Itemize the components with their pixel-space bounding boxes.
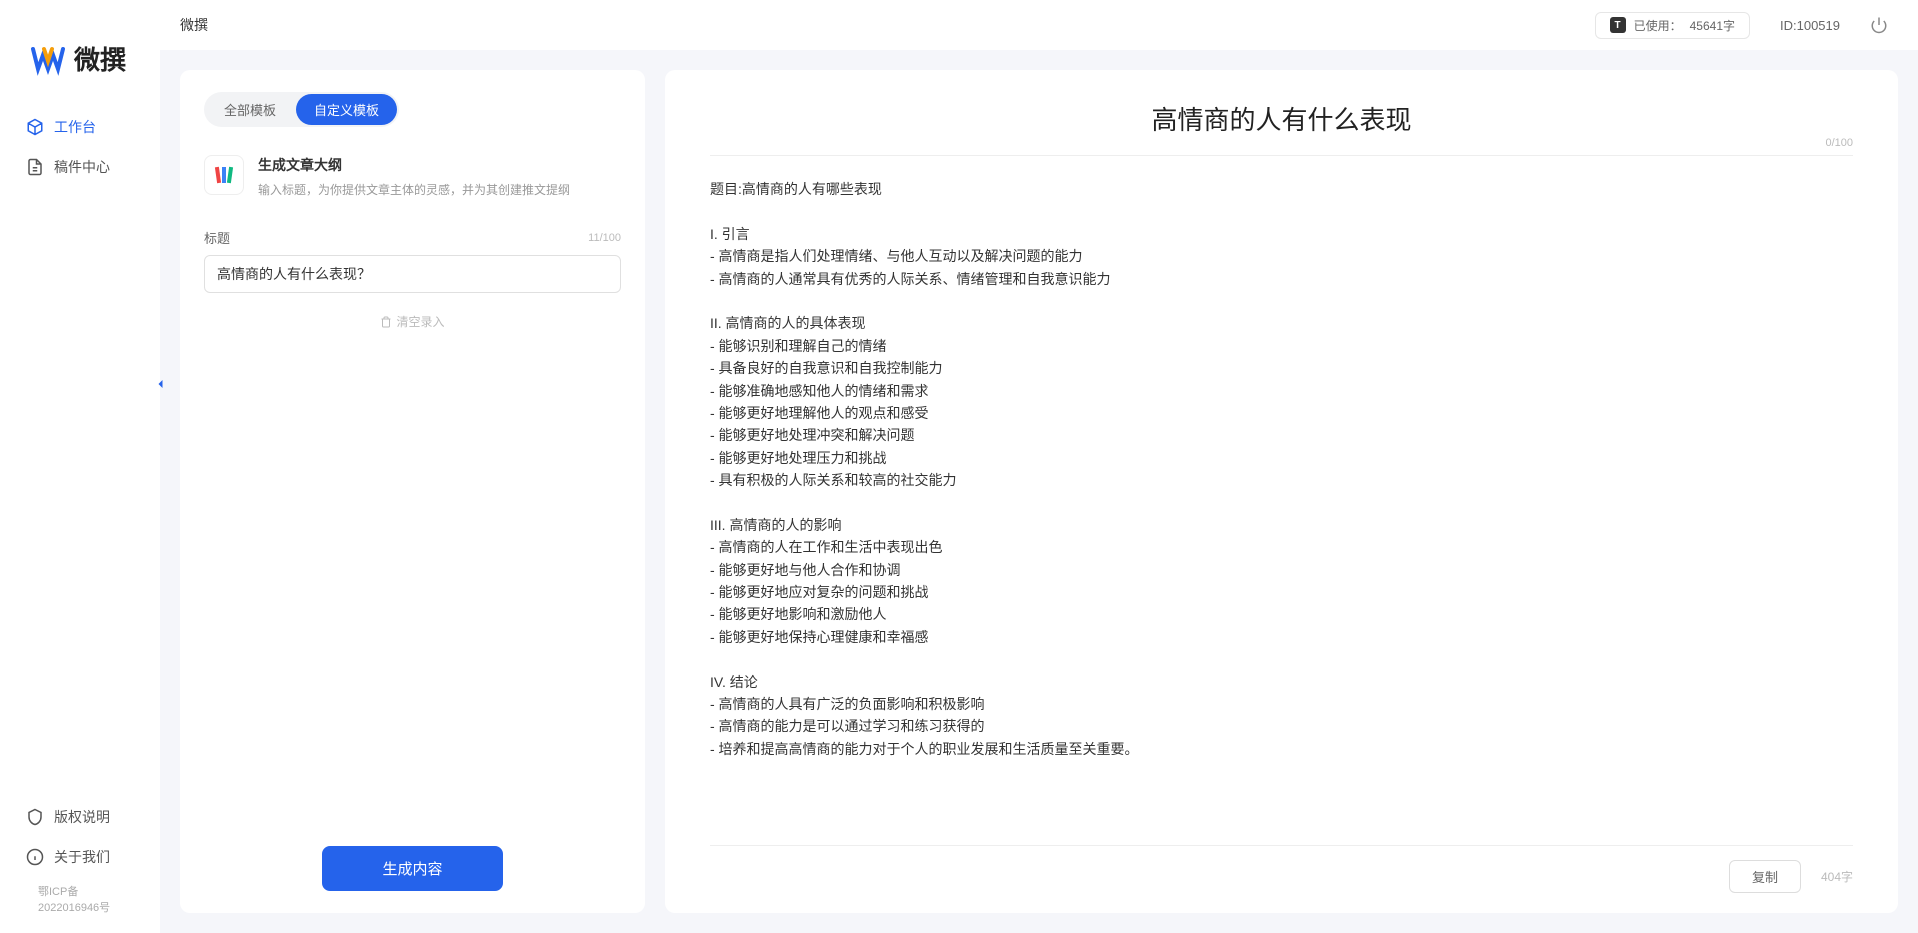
sidebar: 微撰 工作台 稿件中心 版权说明 关于我们 鄂ICP备202: [0, 0, 160, 933]
input-label: 标题: [204, 228, 230, 247]
icp-text: 鄂ICP备2022016946号: [10, 877, 150, 923]
sidebar-bottom: 版权说明 关于我们 鄂ICP备2022016946号: [0, 787, 160, 933]
content-area: 全部模板 自定义模板 生成文章大纲 输入标题，为你提供文章主体的灵感，并为其创建…: [160, 50, 1918, 933]
usage-badge[interactable]: T 已使用： 45641字: [1595, 12, 1750, 39]
text-icon: T: [1610, 17, 1626, 33]
nav-item-drafts[interactable]: 稿件中心: [10, 147, 150, 187]
template-icon: [204, 155, 244, 195]
logo-text: 微撰: [74, 40, 126, 77]
bottom-item-label: 版权说明: [54, 807, 110, 827]
input-label-row: 标题 11/100: [204, 228, 621, 247]
title-input[interactable]: [204, 255, 621, 293]
template-desc: 输入标题，为你提供文章主体的灵感，并为其创建推文提纲: [258, 181, 621, 198]
bottom-item-about[interactable]: 关于我们: [10, 837, 150, 877]
generate-button[interactable]: 生成内容: [322, 846, 502, 891]
sidebar-collapse-toggle[interactable]: [152, 375, 170, 393]
title-input-section: 标题 11/100: [204, 228, 621, 293]
output-header: 高情商的人有什么表现 0/100: [710, 100, 1853, 156]
nav-item-workspace[interactable]: 工作台: [10, 107, 150, 147]
bottom-item-copyright[interactable]: 版权说明: [10, 797, 150, 837]
copy-button[interactable]: 复制: [1729, 860, 1801, 893]
template-tabs: 全部模板 自定义模板: [204, 92, 399, 127]
output-header-counter: 0/100: [1825, 137, 1853, 149]
books-icon: [212, 163, 236, 187]
cube-icon: [26, 118, 44, 136]
tab-custom-templates[interactable]: 自定义模板: [296, 94, 397, 125]
template-title: 生成文章大纲: [258, 155, 621, 175]
logo-icon: [30, 41, 66, 77]
output-title: 高情商的人有什么表现: [1151, 100, 1411, 137]
document-icon: [26, 158, 44, 176]
logo: 微撰: [0, 0, 160, 107]
clear-input-label: 清空录入: [396, 313, 444, 330]
input-panel: 全部模板 自定义模板 生成文章大纲 输入标题，为你提供文章主体的灵感，并为其创建…: [180, 70, 645, 913]
template-card: 生成文章大纲 输入标题，为你提供文章主体的灵感，并为其创建推文提纲: [204, 155, 621, 198]
tab-all-templates[interactable]: 全部模板: [206, 94, 294, 125]
info-icon: [26, 848, 44, 866]
chevron-left-icon: [155, 378, 167, 390]
topbar-right: T 已使用： 45641字 ID:100519: [1595, 12, 1888, 39]
clear-input-button[interactable]: 清空录入: [204, 313, 621, 330]
word-count: 404字: [1821, 868, 1853, 885]
output-footer: 复制 404字: [710, 845, 1853, 893]
nav-menu: 工作台 稿件中心: [0, 107, 160, 187]
page-title: 微撰: [180, 15, 208, 35]
topbar: 微撰 T 已使用： 45641字 ID:100519: [160, 0, 1918, 50]
bottom-item-label: 关于我们: [54, 847, 110, 867]
nav-item-label: 稿件中心: [54, 157, 110, 177]
user-id: ID:100519: [1780, 18, 1840, 33]
template-info: 生成文章大纲 输入标题，为你提供文章主体的灵感，并为其创建推文提纲: [258, 155, 621, 198]
output-panel: 高情商的人有什么表现 0/100 题目:高情商的人有哪些表现 I. 引言 - 高…: [665, 70, 1898, 913]
usage-value: 45641字: [1690, 17, 1735, 34]
usage-label: 已使用：: [1634, 17, 1682, 34]
trash-icon: [380, 316, 392, 328]
shield-icon: [26, 808, 44, 826]
power-icon[interactable]: [1870, 16, 1888, 34]
input-counter: 11/100: [588, 232, 621, 244]
output-body[interactable]: 题目:高情商的人有哪些表现 I. 引言 - 高情商是指人们处理情绪、与他人互动以…: [710, 178, 1853, 845]
nav-item-label: 工作台: [54, 117, 96, 137]
main-area: 微撰 T 已使用： 45641字 ID:100519 全部模板 自定义模板: [160, 0, 1918, 933]
